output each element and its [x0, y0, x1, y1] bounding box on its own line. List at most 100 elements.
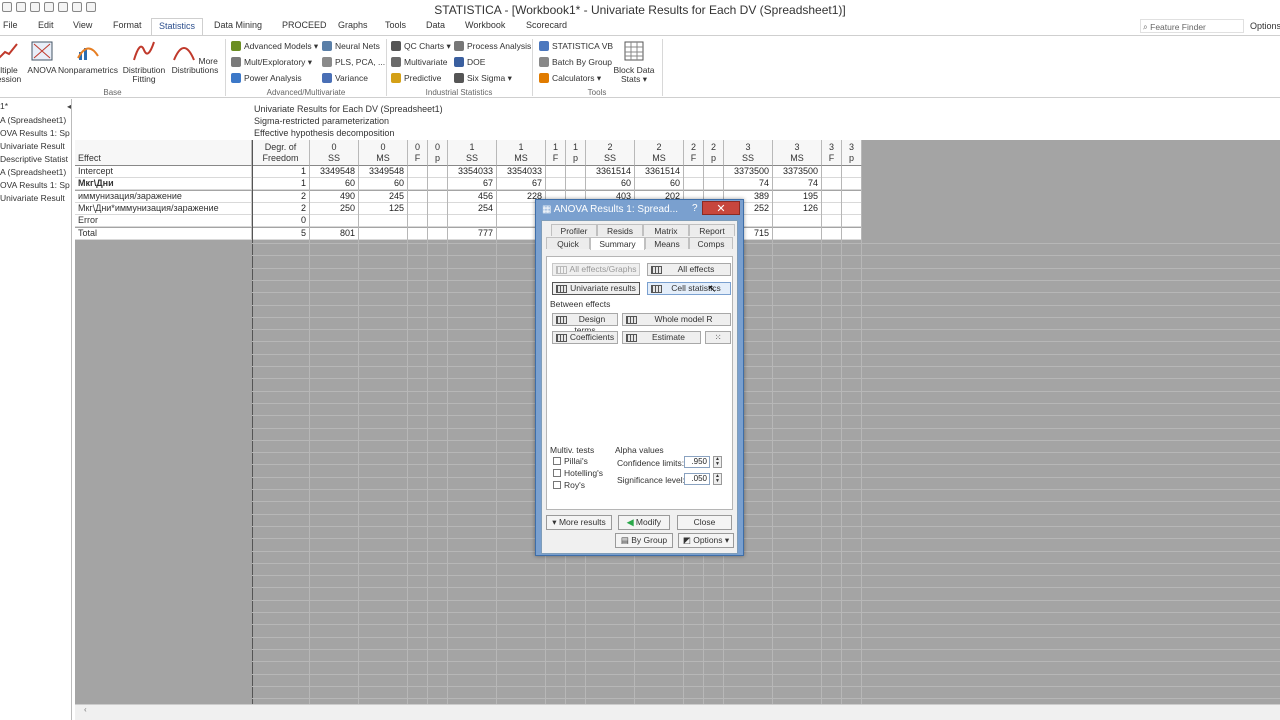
table-cell[interactable]: [546, 178, 566, 191]
column-header[interactable]: 0 SS: [310, 140, 359, 166]
column-header[interactable]: 2 MS: [635, 140, 684, 166]
table-cell[interactable]: 3361514: [635, 166, 684, 178]
mult-exploratory-button[interactable]: Mult/Exploratory ▾: [231, 56, 312, 68]
menu-scorecard[interactable]: Scorecard: [526, 20, 567, 30]
row-label[interactable]: Мкг\Дни*иммунизация/заражение: [75, 202, 252, 215]
table-cell[interactable]: 60: [586, 178, 635, 191]
column-header[interactable]: 3p: [842, 140, 862, 166]
column-header[interactable]: 0F: [408, 140, 428, 166]
significance-level-stepper[interactable]: ▲ ▼: [713, 473, 722, 485]
table-cell[interactable]: [842, 215, 862, 228]
table-cell[interactable]: 125: [359, 202, 408, 215]
column-header[interactable]: 0 MS: [359, 140, 408, 166]
distribution-fitting-button[interactable]: Distribution Fitting: [120, 40, 168, 84]
table-cell[interactable]: [359, 227, 408, 240]
menu-statistics[interactable]: Statistics: [151, 18, 204, 36]
menu-edit[interactable]: Edit: [38, 20, 54, 30]
menu-file[interactable]: File: [3, 20, 18, 30]
table-cell[interactable]: 60: [359, 178, 408, 191]
table-cell[interactable]: [448, 215, 497, 228]
row-label[interactable]: иммунизация/заражение: [75, 190, 252, 203]
row-label[interactable]: Intercept: [75, 166, 252, 178]
column-header-effect[interactable]: Effect: [75, 140, 252, 166]
table-cell[interactable]: 3349548: [310, 166, 359, 178]
table-cell[interactable]: 5: [252, 227, 310, 240]
table-cell[interactable]: [822, 166, 842, 178]
table-cell[interactable]: [684, 166, 704, 178]
table-cell[interactable]: 2: [252, 190, 310, 203]
table-cell[interactable]: 456: [448, 190, 497, 203]
tab-means[interactable]: Means: [645, 237, 689, 249]
significance-level-input[interactable]: .050: [684, 473, 710, 485]
table-cell[interactable]: 3349548: [359, 166, 408, 178]
close-icon[interactable]: ✕: [702, 201, 740, 215]
column-header[interactable]: 2F: [684, 140, 704, 166]
horizontal-scrollbar[interactable]: ‹: [75, 704, 1280, 720]
neural-nets-button[interactable]: Neural Nets: [322, 40, 380, 52]
table-cell[interactable]: [408, 202, 428, 215]
tree-item[interactable]: OVA Results 1: Sp: [0, 128, 70, 138]
tab-quick[interactable]: Quick: [546, 237, 590, 249]
menu-tools[interactable]: Tools: [385, 20, 406, 30]
collapse-panel-icon[interactable]: ◂: [67, 102, 71, 111]
column-header[interactable]: Degr. of Freedom: [252, 140, 310, 166]
column-header[interactable]: 1F: [546, 140, 566, 166]
tree-item[interactable]: A (Spreadsheet1): [0, 167, 66, 177]
menu-format[interactable]: Format: [113, 20, 142, 30]
table-cell[interactable]: [310, 215, 359, 228]
table-cell[interactable]: 801: [310, 227, 359, 240]
table-cell[interactable]: [428, 190, 448, 203]
calculators-button[interactable]: Calculators ▾: [539, 72, 601, 84]
qc-charts-button[interactable]: QC Charts ▾: [391, 40, 451, 52]
tree-item[interactable]: Univariate Result: [0, 141, 65, 151]
roys-checkbox[interactable]: [553, 481, 561, 489]
table-cell[interactable]: [359, 215, 408, 228]
nonparametrics-button[interactable]: Nonparametrics: [58, 40, 118, 75]
column-header[interactable]: 0p: [428, 140, 448, 166]
tree-item[interactable]: Descriptive Statist: [0, 154, 68, 164]
table-cell[interactable]: [408, 178, 428, 191]
table-cell[interactable]: [842, 202, 862, 215]
table-cell[interactable]: 3354033: [497, 166, 546, 178]
table-cell[interactable]: [822, 215, 842, 228]
statistica-vb-button[interactable]: STATISTICA VB: [539, 40, 613, 52]
close-button[interactable]: Close: [677, 515, 732, 530]
anova-button[interactable]: ANOVA: [26, 40, 58, 75]
feature-finder-input[interactable]: ⌕ Feature Finder: [1140, 19, 1244, 33]
estimate-button[interactable]: Estimate: [622, 331, 701, 344]
column-header[interactable]: 2p: [704, 140, 724, 166]
column-header[interactable]: 3F: [822, 140, 842, 166]
table-cell[interactable]: [566, 166, 586, 178]
table-cell[interactable]: 60: [635, 178, 684, 191]
table-cell[interactable]: 490: [310, 190, 359, 203]
table-cell[interactable]: 126: [773, 202, 822, 215]
table-cell[interactable]: [842, 178, 862, 191]
menu-data-mining[interactable]: Data Mining: [214, 20, 262, 30]
table-cell[interactable]: [822, 190, 842, 203]
table-cell[interactable]: [773, 215, 822, 228]
tab-profiler[interactable]: Profiler: [551, 224, 597, 236]
pls-pca-button[interactable]: PLS, PCA, ...: [322, 56, 385, 68]
tab-resids[interactable]: Resids: [597, 224, 643, 236]
table-cell[interactable]: [428, 166, 448, 178]
tree-item[interactable]: OVA Results 1: Sp: [0, 180, 70, 190]
column-header[interactable]: 1p: [566, 140, 586, 166]
coefficients-button[interactable]: Coefficients: [552, 331, 618, 344]
tree-item[interactable]: 1*: [0, 101, 8, 111]
table-cell[interactable]: 195: [773, 190, 822, 203]
multivariate-button[interactable]: Multivariate: [391, 56, 447, 68]
table-cell[interactable]: 67: [448, 178, 497, 191]
tree-item[interactable]: Univariate Result: [0, 193, 65, 203]
table-cell[interactable]: [684, 178, 704, 191]
table-cell[interactable]: 60: [310, 178, 359, 191]
table-cell[interactable]: 245: [359, 190, 408, 203]
menu-workbook[interactable]: Workbook: [465, 20, 505, 30]
table-cell[interactable]: 254: [448, 202, 497, 215]
table-cell[interactable]: 67: [497, 178, 546, 191]
table-cell[interactable]: 74: [773, 178, 822, 191]
table-cell[interactable]: [773, 227, 822, 240]
table-cell[interactable]: 3361514: [586, 166, 635, 178]
batch-by-group-button[interactable]: Batch By Group: [539, 56, 612, 68]
table-cell[interactable]: [704, 178, 724, 191]
table-cell[interactable]: [822, 202, 842, 215]
